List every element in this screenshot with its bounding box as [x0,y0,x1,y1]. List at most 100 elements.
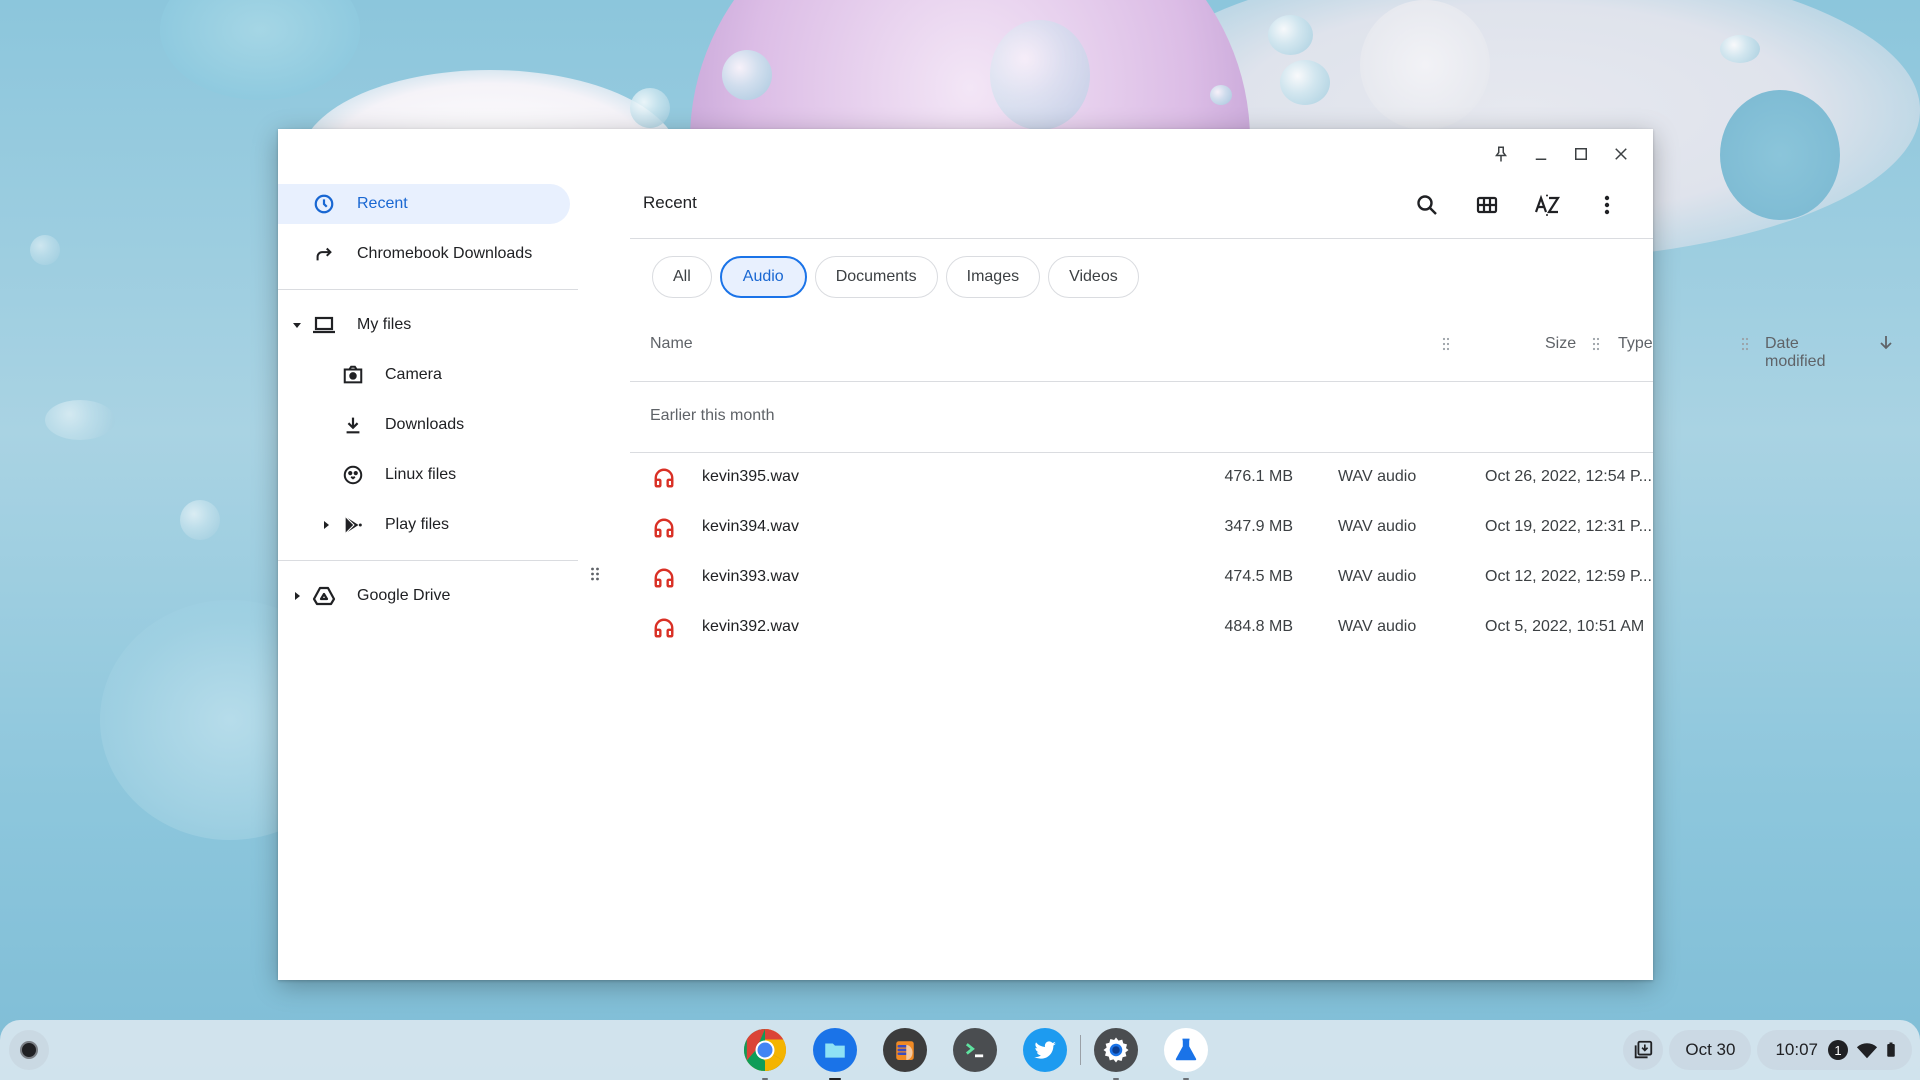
filter-chip-audio[interactable]: Audio [719,256,807,298]
terminal-icon [965,1043,984,1058]
wifi-icon [1856,1043,1878,1059]
group-label: Earlier this month [650,407,775,424]
sidebar-item-recent[interactable]: Recent [278,184,570,224]
file-size: 474.5 MB [1224,568,1293,585]
file-date-modified: Oct 26, 2022, 12:54 P... [1485,468,1652,485]
sidebar-item-linux-files[interactable]: Linux files [278,455,570,495]
file-name: kevin392.wav [702,618,799,635]
sidebar-item-label: Recent [357,195,408,212]
sort-az-icon [1534,194,1560,216]
shelf-separator [1080,1035,1081,1065]
column-header-type[interactable]: Type [1618,335,1653,353]
file-date-modified: Oct 19, 2022, 12:31 P... [1485,518,1652,535]
expand-down-icon[interactable] [291,319,303,331]
sidebar-item-label: Chromebook Downloads [357,245,533,262]
file-row[interactable]: kevin393.wav 474.5 MB WAV audio Oct 12, 202… [630,553,1653,603]
column-header-date-modified[interactable]: Date modified [1765,335,1825,371]
holding-space-button[interactable] [1623,1030,1664,1070]
search-button[interactable] [1397,185,1457,225]
sidebar: Recent Chromebook Downloads My files Cam… [278,129,599,980]
filter-chip-videos[interactable]: Videos [1048,256,1139,298]
headphones-icon [653,617,675,639]
notification-count-badge: 1 [1828,1040,1848,1060]
file-date-modified: Oct 12, 2022, 12:59 P... [1485,568,1652,585]
file-name: kevin394.wav [702,518,799,535]
google-drive-icon [312,584,336,608]
date-tray-button[interactable]: Oct 30 [1669,1030,1752,1070]
launcher-button[interactable] [9,1030,49,1070]
twitter-icon [1034,1041,1056,1059]
grid-view-button[interactable] [1457,185,1517,225]
camera-icon [341,363,365,387]
play-store-icon [341,513,365,537]
column-resize-grip[interactable] [1592,337,1600,351]
file-name: kevin395.wav [702,468,799,485]
penguin-icon [341,463,365,487]
date-label: Oct 30 [1685,1040,1736,1059]
file-row[interactable]: kevin395.wav 476.1 MB WAV audio Oct 26, 202… [630,453,1653,503]
file-type: WAV audio [1338,468,1417,485]
column-header-size[interactable]: Size [1545,335,1576,353]
filter-chip-images[interactable]: Images [945,256,1041,298]
filter-chip-documents[interactable]: Documents [814,256,938,298]
files-app-window: Recent Chromebook Downloads My files Cam… [278,129,1892,980]
more-options-button[interactable] [1577,185,1637,225]
sidebar-item-google-drive[interactable]: Google Drive [278,576,570,616]
file-size: 484.8 MB [1224,618,1293,635]
battery-icon [1887,1042,1895,1057]
sidebar-item-label: Play files [385,516,450,533]
sidebar-item-label: Downloads [385,416,465,433]
file-type: WAV audio [1338,568,1417,585]
file-name: kevin393.wav [702,568,799,585]
sidebar-divider [278,289,578,290]
shortcut-arrow-icon [312,242,336,266]
filter-chip-all[interactable]: All [652,256,712,298]
status-tray: Oct 30 10:07 1 [1623,1030,1912,1070]
laptop-icon [312,313,336,337]
shelf-app-settings[interactable] [1094,1028,1138,1080]
pinned-apps [730,1028,1221,1080]
headphones-icon [653,517,675,539]
sidebar-item-label: Linux files [385,466,457,483]
expand-right-icon[interactable] [291,590,303,602]
file-row[interactable]: kevin394.wav 347.9 MB WAV audio Oct 19, 202… [630,503,1653,553]
system-tray-button[interactable]: 10:07 1 [1757,1030,1912,1070]
sort-button[interactable] [1517,185,1577,225]
column-header-name[interactable]: Name [650,335,693,353]
column-resize-grip[interactable] [1442,337,1450,351]
sidebar-item-play-files[interactable]: Play files [278,505,570,545]
chrome-icon [743,1029,787,1072]
sidebar-item-camera[interactable]: Camera [278,355,570,395]
search-icon [1417,195,1437,215]
sidebar-divider [278,560,578,561]
shelf-app-labs[interactable] [1164,1028,1208,1080]
shelf-app-terminal[interactable] [953,1028,997,1072]
shelf-app-files[interactable] [813,1028,857,1080]
file-size: 347.9 MB [1224,518,1293,535]
sidebar-item-chromebook-downloads[interactable]: Chromebook Downloads [278,234,570,274]
more-vert-icon [1604,195,1610,215]
time-label: 10:07 [1775,1040,1818,1059]
file-type: WAV audio [1338,618,1417,635]
sidebar-item-label: Camera [385,366,442,383]
sidebar-item-downloads[interactable]: Downloads [278,405,570,445]
shelf-app-hand[interactable] [883,1028,927,1072]
file-type-filters: All Audio Documents Images Videos [652,256,1139,298]
main-panel: Recent All Audio Documents Images Videos [630,129,1892,980]
shelf-app-twitter[interactable] [1023,1028,1067,1072]
clock-icon [312,192,336,216]
column-header-divider [630,381,1653,382]
headphones-icon [653,567,675,589]
holding-space-icon [1635,1040,1653,1059]
sidebar-item-my-files[interactable]: My files [278,305,570,345]
column-resize-grip[interactable] [1741,337,1749,351]
shelf-app-chrome[interactable] [743,1028,787,1080]
file-row[interactable]: kevin392.wav 484.8 MB WAV audio Oct 5, 2022… [630,603,1653,653]
sidebar-resize-handle[interactable] [590,566,600,586]
file-date-modified: Oct 5, 2022, 10:51 AM [1485,618,1645,635]
flask-icon [1175,1038,1197,1061]
expand-right-icon[interactable] [320,519,332,531]
grid-view-icon [1476,196,1498,214]
hand-app-icon [896,1041,914,1060]
sort-descending-icon[interactable] [1878,333,1894,356]
